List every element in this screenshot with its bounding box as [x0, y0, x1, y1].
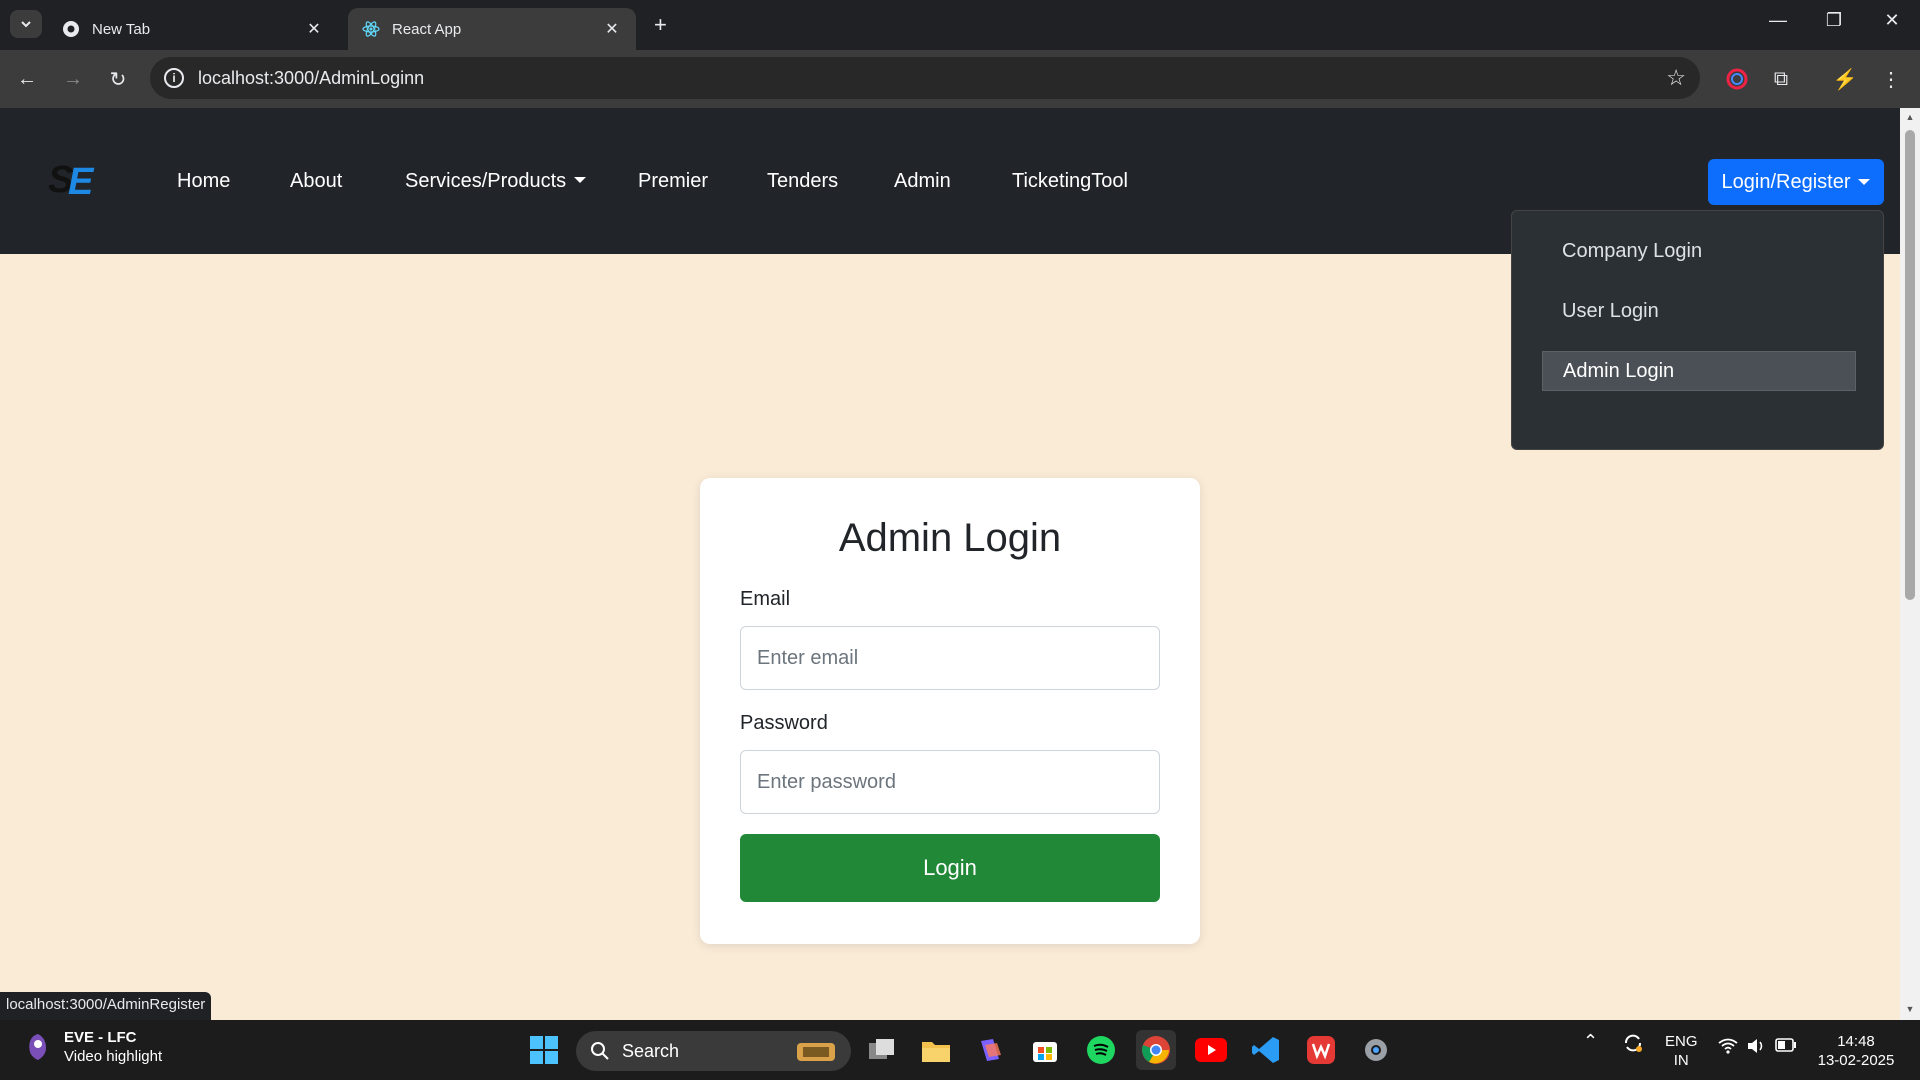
menu-kebab-icon[interactable]: ⋮: [1878, 66, 1904, 92]
taskbar-search[interactable]: Search: [576, 1031, 851, 1071]
site-logo[interactable]: S E: [48, 156, 100, 203]
task-view-icon[interactable]: [862, 1030, 902, 1070]
page-viewport: S E Home About Services/Products Premier…: [0, 108, 1900, 1020]
tab-react-app[interactable]: React App ✕: [348, 8, 636, 50]
spotify-icon[interactable]: [1081, 1030, 1121, 1070]
nav-about[interactable]: About: [290, 170, 342, 193]
browser-tab-bar: New Tab ✕ React App ✕ + — ❐ ✕: [0, 0, 1920, 50]
bookmark-star-icon[interactable]: ☆: [1666, 65, 1686, 91]
email-field[interactable]: [740, 626, 1160, 690]
admin-login-card: Admin Login Email Password Login: [700, 478, 1200, 944]
bolt-extension-icon[interactable]: ⚡: [1832, 66, 1858, 92]
news-widget[interactable]: EVE - LFC Video highlight: [24, 1028, 162, 1066]
windows-start-icon[interactable]: [524, 1030, 564, 1070]
login-register-button[interactable]: Login/Register: [1708, 159, 1884, 205]
settings-gear-icon[interactable]: [1356, 1030, 1396, 1070]
tab-search-button[interactable]: [10, 10, 42, 38]
link-status-bubble: localhost:3000/AdminRegister: [0, 992, 212, 1020]
nav-tenders[interactable]: Tenders: [767, 170, 838, 193]
restore-icon[interactable]: ❐: [1814, 10, 1854, 31]
svg-text:E: E: [68, 161, 95, 202]
dropdown-company-login[interactable]: Company Login: [1542, 231, 1856, 271]
back-arrow-icon[interactable]: ←: [12, 64, 42, 94]
site-info-icon[interactable]: i: [164, 68, 184, 88]
reload-icon[interactable]: ↻: [103, 64, 133, 94]
close-window-icon[interactable]: ✕: [1872, 10, 1912, 31]
extensions-puzzle-icon[interactable]: ⧉: [1768, 66, 1794, 92]
wps-office-icon[interactable]: [1301, 1030, 1341, 1070]
url-text: localhost:3000/AdminLoginn: [198, 67, 425, 88]
dropdown-admin-login[interactable]: Admin Login: [1542, 351, 1856, 391]
scroll-up-icon[interactable]: ▲: [1905, 112, 1915, 122]
login-register-label: Login/Register: [1721, 170, 1851, 193]
sync-update-icon[interactable]: [1622, 1032, 1644, 1059]
windows-taskbar: EVE - LFC Video highlight Search ⌃ ENG I…: [0, 1020, 1920, 1080]
scroll-thumb[interactable]: [1905, 130, 1915, 600]
scroll-down-icon[interactable]: ▼: [1905, 1004, 1915, 1014]
close-tab-icon[interactable]: ✕: [304, 19, 324, 39]
nav-services-products[interactable]: Services/Products: [405, 170, 587, 193]
nav-home[interactable]: Home: [177, 170, 230, 193]
email-label: Email: [740, 588, 791, 610]
login-dropdown-menu: Company Login User Login Admin Login: [1511, 210, 1884, 450]
search-highlight-icon: [797, 1043, 835, 1061]
language-code: ENG: [1665, 1033, 1698, 1050]
region-code: IN: [1673, 1052, 1689, 1069]
youtube-icon[interactable]: [1191, 1030, 1231, 1070]
search-icon: [591, 1042, 609, 1060]
caret-down-icon: [574, 177, 587, 183]
wifi-icon[interactable]: [1718, 1038, 1738, 1059]
close-tab-icon[interactable]: ✕: [602, 19, 622, 39]
login-submit-button[interactable]: Login: [740, 834, 1160, 902]
clock[interactable]: 14:48 13-02-2025: [1816, 1032, 1896, 1070]
chrome-taskbar-icon[interactable]: [1136, 1030, 1176, 1070]
nav-ticketingtool[interactable]: TicketingTool: [1012, 170, 1128, 193]
search-label: Search: [622, 1040, 680, 1061]
tab-title: New Tab: [92, 20, 151, 38]
tab-new-tab[interactable]: New Tab ✕: [48, 8, 338, 50]
clock-time: 14:48: [1837, 1033, 1875, 1050]
vscode-icon[interactable]: [1246, 1030, 1286, 1070]
dropdown-user-login[interactable]: User Login: [1542, 291, 1856, 331]
nav-services-label: Services/Products: [405, 170, 567, 192]
page-scrollbar[interactable]: ▲ ▼: [1900, 108, 1920, 1020]
microsoft-store-icon[interactable]: [1025, 1030, 1065, 1070]
page-title: Admin Login: [838, 516, 1062, 560]
news-title: EVE - LFC: [64, 1029, 137, 1046]
premier-league-icon: [29, 1034, 46, 1060]
password-field[interactable]: [740, 750, 1160, 814]
nav-admin[interactable]: Admin: [894, 170, 951, 193]
copilot-icon[interactable]: [970, 1030, 1010, 1070]
input-language[interactable]: ENG IN: [1665, 1032, 1698, 1070]
chrome-icon: [62, 20, 80, 38]
react-icon: [362, 20, 380, 38]
browser-toolbar: ← → ↻ i localhost:3000/AdminLoginn ☆ ⧉ ⚡…: [0, 50, 1920, 108]
show-hidden-icons-chevron-up-icon[interactable]: ⌃: [1583, 1032, 1598, 1051]
address-bar[interactable]: i localhost:3000/AdminLoginn ☆: [150, 57, 1700, 99]
caret-down-icon: [1858, 179, 1871, 185]
file-explorer-icon[interactable]: [916, 1030, 956, 1070]
battery-icon[interactable]: [1775, 1038, 1797, 1057]
new-tab-plus-icon[interactable]: +: [654, 12, 667, 38]
color-extension-icon[interactable]: [1724, 66, 1750, 92]
nav-premier[interactable]: Premier: [638, 170, 708, 193]
volume-icon[interactable]: [1746, 1038, 1766, 1059]
chevron-down-icon: [21, 21, 31, 28]
password-label: Password: [740, 712, 828, 734]
news-subtitle: Video highlight: [64, 1048, 163, 1065]
minimize-icon[interactable]: —: [1758, 10, 1798, 31]
clock-date: 13-02-2025: [1817, 1052, 1895, 1069]
forward-arrow-icon[interactable]: →: [58, 64, 88, 94]
tab-title: React App: [392, 20, 462, 38]
